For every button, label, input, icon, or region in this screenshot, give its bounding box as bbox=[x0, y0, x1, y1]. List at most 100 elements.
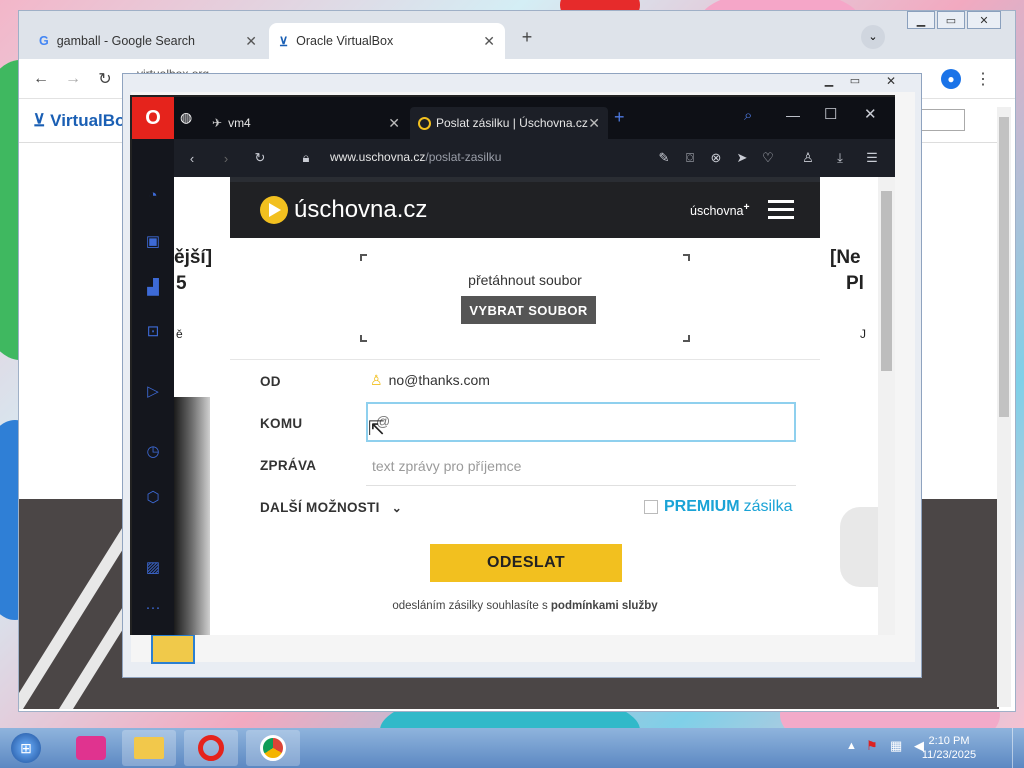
close-icon[interactable]: ✕ bbox=[388, 115, 400, 132]
adblock-icon[interactable]: ⊗ bbox=[706, 148, 726, 168]
windows-logo-icon: ⊞ bbox=[11, 733, 41, 763]
cat-app-icon bbox=[76, 736, 106, 760]
globe-icon[interactable]: ◍ bbox=[180, 109, 198, 127]
cube-icon[interactable]: ⬡ bbox=[141, 485, 165, 509]
uschovna-plus-link[interactable]: úschovna+ bbox=[690, 202, 750, 218]
reload-icon[interactable]: ↻ bbox=[93, 67, 117, 91]
chrome-tab-title: gamball - Google Search bbox=[56, 34, 196, 48]
more-icon[interactable]: ··· bbox=[141, 595, 165, 619]
new-tab-button[interactable]: + bbox=[614, 107, 625, 128]
play-circle-icon[interactable]: ▷ bbox=[141, 379, 165, 403]
virtualbox-icon: ⊻ bbox=[279, 34, 289, 49]
loading-spinner-icon bbox=[418, 116, 431, 130]
show-desktop-button[interactable] bbox=[1012, 728, 1024, 768]
speed-dial-icon[interactable]: ◔ bbox=[141, 183, 165, 207]
site-search-input[interactable] bbox=[919, 109, 965, 131]
chevron-down-icon[interactable]: ⌄ bbox=[861, 25, 885, 49]
maximize-button[interactable]: ▭ bbox=[937, 11, 965, 29]
opera-logo-icon[interactable]: O bbox=[132, 97, 174, 139]
close-icon[interactable]: ✕ bbox=[245, 33, 257, 50]
forward-arrow-icon[interactable]: › bbox=[216, 148, 236, 168]
ad-text: ější] bbox=[174, 247, 213, 268]
chrome-tab-virtualbox[interactable]: ⊻ Oracle VirtualBox ✕ bbox=[269, 23, 505, 59]
reload-icon[interactable]: ↻ bbox=[250, 148, 270, 168]
from-label: OD bbox=[260, 374, 281, 389]
forward-arrow-icon[interactable]: → bbox=[61, 67, 85, 91]
left-ad[interactable]: ější] 5 ě bbox=[174, 177, 230, 635]
clock-date: 11/23/2025 bbox=[921, 749, 977, 761]
more-options-toggle[interactable]: DALŠÍ MOŽNOSTI ⌄ bbox=[260, 500, 402, 515]
chrome-tab-google[interactable]: G gamball - Google Search ✕ bbox=[29, 23, 267, 59]
chrome-tab-bar: G gamball - Google Search ✕ ⊻ Oracle Vir… bbox=[19, 11, 1015, 59]
opera-window: O ◔ ▣ ▟ ⊡ ▷ ◷ ⬡ ▨ ··· ◍ ✈ vm4 ✕ Poslat z… bbox=[130, 95, 895, 635]
opera-tab-vm4[interactable]: ✈ vm4 ✕ bbox=[204, 107, 408, 139]
vm-close-button[interactable]: ✕ bbox=[871, 74, 911, 90]
show-hidden-icons[interactable]: ▲ bbox=[846, 740, 857, 752]
maximize-button[interactable]: ☐ bbox=[824, 105, 837, 123]
taskbar-app-chrome[interactable] bbox=[246, 730, 300, 766]
opera-scrollbar[interactable] bbox=[878, 177, 895, 635]
close-icon[interactable]: ✕ bbox=[483, 33, 495, 50]
profile-icon[interactable]: ● bbox=[939, 67, 963, 91]
opera-tab-title: vm4 bbox=[228, 116, 251, 130]
close-icon[interactable]: ✕ bbox=[588, 115, 600, 132]
mouse-cursor-icon: ⇱ bbox=[368, 418, 385, 440]
opera-tab-title: Poslat zásilku | Úschovna.cz bbox=[436, 116, 588, 130]
ad-text: ě bbox=[176, 327, 183, 341]
system-clock[interactable]: 2:10 PM 11/23/2025 bbox=[914, 734, 984, 762]
send-icon[interactable]: ➤ bbox=[732, 148, 752, 168]
twitch-icon[interactable]: ▟ bbox=[141, 275, 165, 299]
new-tab-button[interactable]: + bbox=[515, 27, 539, 51]
lock-icon[interactable]: 🔒︎ bbox=[296, 148, 316, 168]
minimize-button[interactable]: — bbox=[786, 107, 800, 123]
vm-minimize-button[interactable]: ▁ bbox=[817, 74, 841, 90]
back-arrow-icon[interactable]: ‹ bbox=[182, 148, 202, 168]
clock-time: 2:10 PM bbox=[928, 735, 970, 747]
drop-hint: přetáhnout soubor bbox=[468, 272, 582, 288]
pick-file-button[interactable]: VYBRAT SOUBOR bbox=[461, 296, 596, 324]
taskbar-app-cat[interactable] bbox=[64, 730, 118, 766]
shopping-bag-icon[interactable]: ▣ bbox=[141, 229, 165, 253]
ad-text: 5 bbox=[176, 273, 187, 294]
download-icon[interactable]: ⤓ bbox=[830, 148, 850, 168]
hamburger-menu-icon[interactable] bbox=[768, 200, 794, 220]
back-arrow-icon[interactable]: ← bbox=[29, 67, 53, 91]
heart-icon[interactable]: ♡ bbox=[758, 148, 778, 168]
premium-checkbox[interactable] bbox=[644, 500, 658, 514]
right-ad[interactable]: [Ne Pl J bbox=[820, 177, 878, 635]
opera-tab-uschovna[interactable]: Poslat zásilku | Úschovna.cz ✕ bbox=[410, 107, 608, 139]
to-input[interactable]: @ ⇱ bbox=[366, 402, 796, 442]
site-header: úschovna.cz úschovna+ bbox=[230, 182, 820, 238]
edit-icon[interactable]: ✎ bbox=[654, 148, 674, 168]
network-icon[interactable]: ▦ bbox=[890, 738, 902, 754]
send-button[interactable]: ODESLAT bbox=[430, 544, 622, 582]
windows-taskbar: ⊞ ▲ ⚑ ▦ ◀ 2:10 PM 11/23/2025 bbox=[0, 728, 1024, 768]
site-brand[interactable]: ⊻ VirtualBox bbox=[33, 111, 135, 131]
message-label: ZPRÁVA bbox=[260, 458, 317, 473]
profile-icon[interactable]: ♙ bbox=[798, 148, 818, 168]
player-icon[interactable]: ⊡ bbox=[141, 319, 165, 343]
chrome-scrollbar[interactable] bbox=[997, 107, 1011, 707]
from-field[interactable]: ♙ no@thanks.com bbox=[370, 372, 490, 389]
vm-maximize-button[interactable]: ▭ bbox=[843, 74, 867, 90]
action-center-icon[interactable]: ⚑ bbox=[866, 738, 878, 754]
site-logo[interactable]: úschovna.cz bbox=[260, 196, 427, 224]
close-button[interactable]: ✕ bbox=[967, 11, 1001, 29]
message-input[interactable]: text zprávy pro příjemce bbox=[366, 446, 796, 486]
minimize-button[interactable]: ▁ bbox=[907, 11, 935, 29]
drop-zone[interactable]: přetáhnout soubor VYBRAT SOUBOR bbox=[360, 254, 690, 342]
console-image bbox=[174, 397, 210, 635]
start-button[interactable]: ⊞ bbox=[4, 730, 48, 766]
search-tabs-icon[interactable]: ⌕ bbox=[744, 107, 752, 124]
premium-option[interactable]: PREMIUM zásilka bbox=[644, 498, 792, 516]
taskbar-app-explorer[interactable] bbox=[122, 730, 176, 766]
history-icon[interactable]: ◷ bbox=[141, 439, 165, 463]
kebab-menu-icon[interactable]: ⋮ bbox=[971, 67, 995, 91]
opera-address-bar[interactable]: www.uschovna.cz/poslat-zasilku bbox=[330, 150, 501, 164]
easy-setup-icon[interactable]: ☰ bbox=[862, 148, 882, 168]
close-button[interactable]: ✕ bbox=[864, 105, 877, 123]
camera-icon[interactable]: ⌼ bbox=[680, 148, 700, 168]
terms-link[interactable]: podmínkami služby bbox=[551, 600, 658, 612]
taskbar-app-opera[interactable] bbox=[184, 730, 238, 766]
gallery-icon[interactable]: ▨ bbox=[141, 555, 165, 579]
